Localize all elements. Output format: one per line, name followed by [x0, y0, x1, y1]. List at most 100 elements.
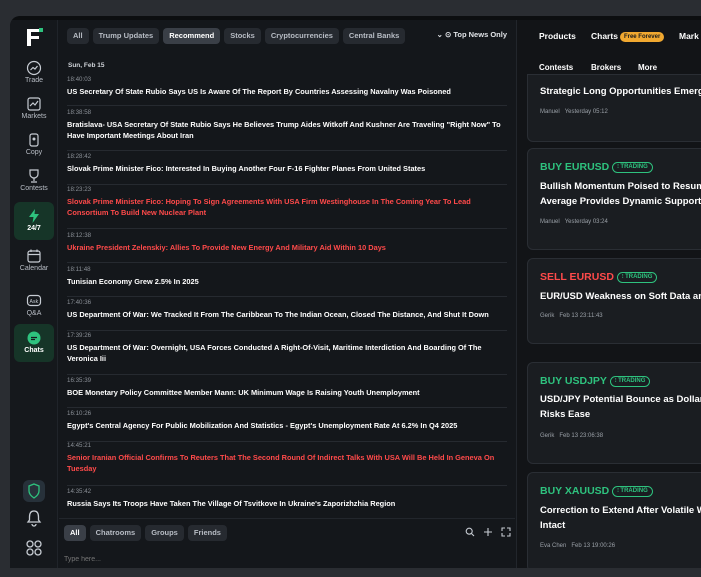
news-item[interactable]: 17:40:36 US Department Of War: We Tracke… — [67, 299, 507, 331]
news-headline: Slovak Prime Minister Fico: Interested I… — [67, 164, 426, 173]
filter-chip-trump-updates[interactable]: Trump Updates — [92, 28, 160, 44]
news-item[interactable]: 18:40:03 US Secretary Of State Rubio Say… — [67, 76, 507, 106]
sidebar-item-contests[interactable]: Contests — [14, 162, 54, 200]
card-title: Risks Ease — [540, 409, 591, 420]
news-item[interactable]: 17:39:26 US Department Of War: Overnight… — [67, 332, 507, 375]
card-title: USD/JPY Potential Bounce as Dollar — [540, 394, 701, 405]
card-author: Manuel — [540, 109, 560, 115]
news-item[interactable]: 18:28:42 Slovak Prime Minister Fico: Int… — [67, 153, 507, 185]
trading-badge: ⫶ TRADING — [612, 162, 653, 173]
card-author: Manuel — [540, 219, 560, 225]
shield-icon — [28, 483, 40, 499]
radio-icon: ⊙ — [444, 30, 452, 39]
news-item[interactable]: 18:23:23 Slovak Prime Minister Fico: Hop… — [67, 186, 507, 229]
sidebar-item-label: 24/7 — [27, 225, 41, 232]
right-panel: Products Charts Free Forever Mark Contest… — [516, 20, 701, 568]
news-item[interactable]: 18:38:58 Bratislava- USA Secretary Of St… — [67, 109, 507, 151]
sidebar: Trade Markets Copy Contests 24/7 Calenda… — [10, 20, 58, 568]
chat-message-input[interactable] — [64, 553, 510, 567]
chat-tab-groups[interactable]: Groups — [145, 525, 184, 541]
news-list: Sun, Feb 15 18:40:03 US Secretary Of Sta… — [59, 56, 515, 514]
sidebar-item-chats[interactable]: Chats — [14, 324, 54, 362]
subnav-more[interactable]: More — [638, 63, 657, 72]
card-title: Average Provides Dynamic Support — [540, 196, 701, 207]
chat-tab-all[interactable]: All — [64, 525, 86, 541]
news-item[interactable]: 16:35:39 BOE Monetary Policy Committee M… — [67, 377, 507, 408]
security-button[interactable] — [23, 480, 45, 502]
news-headline: Senior Iranian Official Confirms To Reut… — [67, 453, 495, 473]
signal-card[interactable]: BUY XAUUSD ⫶ TRADING Correction to Extend… — [527, 472, 701, 568]
news-time: 18:28:42 — [67, 153, 92, 160]
filter-chip-stocks[interactable]: Stocks — [224, 28, 261, 44]
signal-card[interactable]: SELL EURUSD ⫶ TRADING EUR/USD Weakness on… — [527, 258, 701, 344]
sidebar-item-qa[interactable]: Ask Q&A — [14, 287, 54, 325]
news-time: 18:23:23 — [67, 186, 92, 193]
news-headline: Bratislava- USA Secretary Of State Rubio… — [67, 120, 501, 140]
card-meta: Manuel Yesterday 05:12 — [540, 109, 608, 115]
news-item[interactable]: 18:11:48 Tunisian Economy Grew 2.5% In 2… — [67, 266, 507, 297]
card-title: Intact — [540, 520, 566, 531]
card-time: Yesterday 05:12 — [564, 109, 608, 115]
nav-products[interactable]: Products — [539, 31, 576, 41]
sidebar-item-copy[interactable]: Copy — [14, 126, 54, 164]
news-headline: Egypt's Central Agency For Public Mobili… — [67, 421, 458, 430]
card-meta: Gerik Feb 13 23:06:38 — [540, 433, 603, 439]
card-time: Feb 13 19:00:26 — [571, 543, 616, 549]
subnav-brokers[interactable]: Brokers — [591, 63, 621, 72]
top-news-only-toggle[interactable]: ⌄ ⊙ Top News Only — [437, 30, 507, 39]
news-item[interactable]: 14:35:42 Russia Says Its Troops Have Tak… — [67, 488, 507, 514]
qa-icon: Ask — [26, 294, 42, 307]
signal-card[interactable]: BUY EURUSD ⫶ TRADING Bullish Momentum Poi… — [527, 148, 701, 250]
card-meta: Eva Chen Feb 13 19:00:26 — [540, 543, 615, 549]
news-time: 18:11:48 — [67, 266, 91, 273]
filter-chip-cryptocurrencies[interactable]: Cryptocurrencies — [264, 28, 339, 44]
chat-tab-friends[interactable]: Friends — [187, 525, 227, 541]
news-filter-bar: All Trump Updates Recommend Stocks Crypt… — [67, 28, 406, 44]
news-feed-panel: All Trump Updates Recommend Stocks Crypt… — [59, 20, 515, 568]
free-forever-badge: Free Forever — [619, 32, 665, 42]
card-title: Strategic Long Opportunities Emerg — [540, 86, 701, 97]
plus-icon[interactable] — [483, 527, 493, 537]
chat-tab-chatrooms[interactable]: Chatrooms — [89, 525, 142, 541]
signal-card[interactable]: BUY USDJPY ⫶ TRADING USD/JPY Potential Bo… — [527, 362, 701, 464]
news-item[interactable]: 18:12:38 Ukraine President Zelenskiy: Al… — [67, 232, 507, 263]
apps-grid-icon[interactable] — [24, 538, 44, 558]
nav-charts-label: Charts — [591, 31, 618, 41]
sidebar-item-label: Calendar — [19, 265, 49, 272]
filter-chip-all[interactable]: All — [67, 28, 89, 44]
sidebar-item-24-7[interactable]: 24/7 — [14, 202, 54, 240]
filter-chip-recommend[interactable]: Recommend — [163, 28, 221, 44]
trading-badge-label: TRADING — [620, 164, 648, 170]
trading-badge-label: TRADING — [618, 378, 646, 384]
card-author: Gerik — [540, 433, 555, 439]
card-author: Eva Chen — [540, 543, 567, 549]
card-signal: BUY EURUSD ⫶ TRADING — [540, 161, 653, 173]
expand-icon[interactable] — [501, 527, 511, 537]
signal-card[interactable]: Strategic Long Opportunities Emerg Manue… — [527, 74, 701, 142]
trading-badge: ⫶ TRADING — [609, 376, 651, 387]
news-time: 18:38:58 — [67, 109, 92, 116]
news-headline: Slovak Prime Minister Fico: Hoping To Si… — [67, 197, 471, 217]
card-meta: Manuel Yesterday 03:24 — [540, 219, 608, 225]
news-item[interactable]: 14:45:21 Senior Iranian Official Confirm… — [67, 442, 507, 486]
filter-chip-central-banks[interactable]: Central Banks — [342, 28, 406, 44]
subnav-contests[interactable]: Contests — [539, 63, 573, 72]
card-meta: Gerik Feb 13 23:11:43 — [540, 313, 603, 319]
sidebar-item-markets[interactable]: Markets — [14, 90, 54, 128]
markets-icon — [27, 97, 41, 111]
sidebar-item-calendar[interactable]: Calendar — [14, 242, 54, 280]
news-headline: BOE Monetary Policy Committee Member Man… — [67, 388, 420, 397]
news-time: 16:35:39 — [67, 377, 92, 384]
card-signal: BUY XAUUSD ⫶ TRADING — [540, 485, 653, 497]
trading-badge: ⫶ TRADING — [612, 486, 653, 497]
app-logo-icon[interactable] — [24, 26, 46, 48]
sidebar-item-trade[interactable]: Trade — [14, 54, 54, 92]
nav-markets[interactable]: Mark — [679, 31, 699, 41]
news-item[interactable]: 16:10:26 Egypt's Central Agency For Publ… — [67, 410, 507, 442]
search-icon[interactable] — [465, 527, 475, 537]
nav-charts[interactable]: Charts Free Forever — [591, 31, 665, 42]
bolt-icon — [29, 209, 39, 223]
chat-icon — [27, 331, 41, 345]
news-headline: US Department Of War: Overnight, USA For… — [67, 343, 482, 363]
bell-icon[interactable] — [24, 508, 44, 528]
